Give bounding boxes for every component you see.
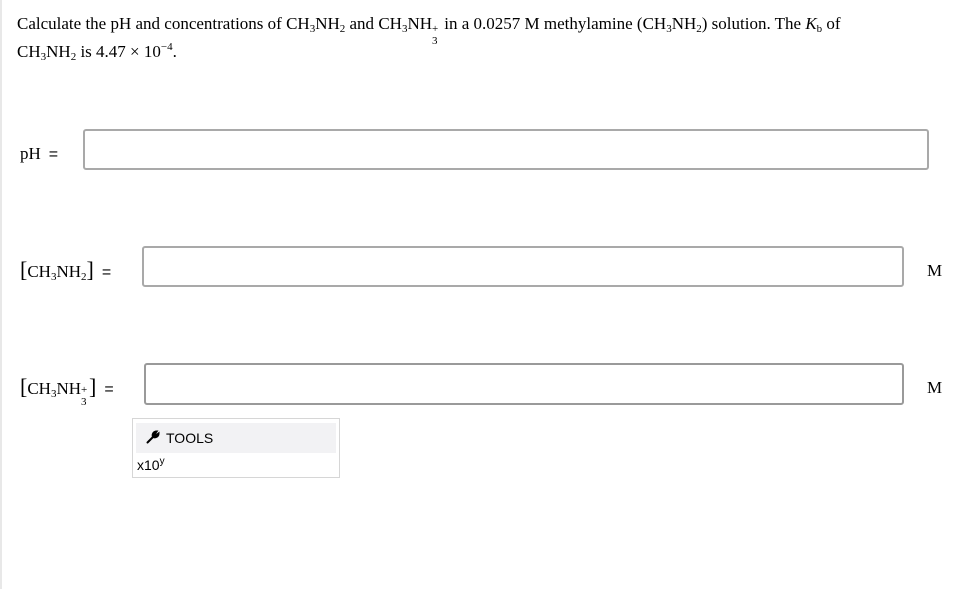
tools-button[interactable]: TOOLS	[136, 423, 336, 453]
left-border	[0, 0, 2, 589]
ph-label: pH =	[20, 144, 59, 163]
ch3nh3-unit: M	[927, 378, 943, 397]
ch3nh3-concentration-label: [CH3NH +3] =	[20, 374, 114, 409]
tools-label: TOOLS	[166, 430, 214, 446]
ch3nh2-concentration-input[interactable]	[142, 246, 904, 287]
scientific-notation-button[interactable]: x10y	[137, 457, 165, 474]
question-text: Calculate the pH and concentrations of C…	[17, 14, 841, 63]
ch3nh3-concentration-input[interactable]	[144, 363, 904, 405]
ch3nh2-concentration-label: [CH3NH2] =	[20, 257, 112, 283]
ph-input[interactable]	[83, 129, 929, 170]
tools-panel: TOOLS x10y	[132, 418, 340, 478]
wrench-icon	[146, 429, 160, 447]
ch3nh2-unit: M	[927, 261, 943, 280]
